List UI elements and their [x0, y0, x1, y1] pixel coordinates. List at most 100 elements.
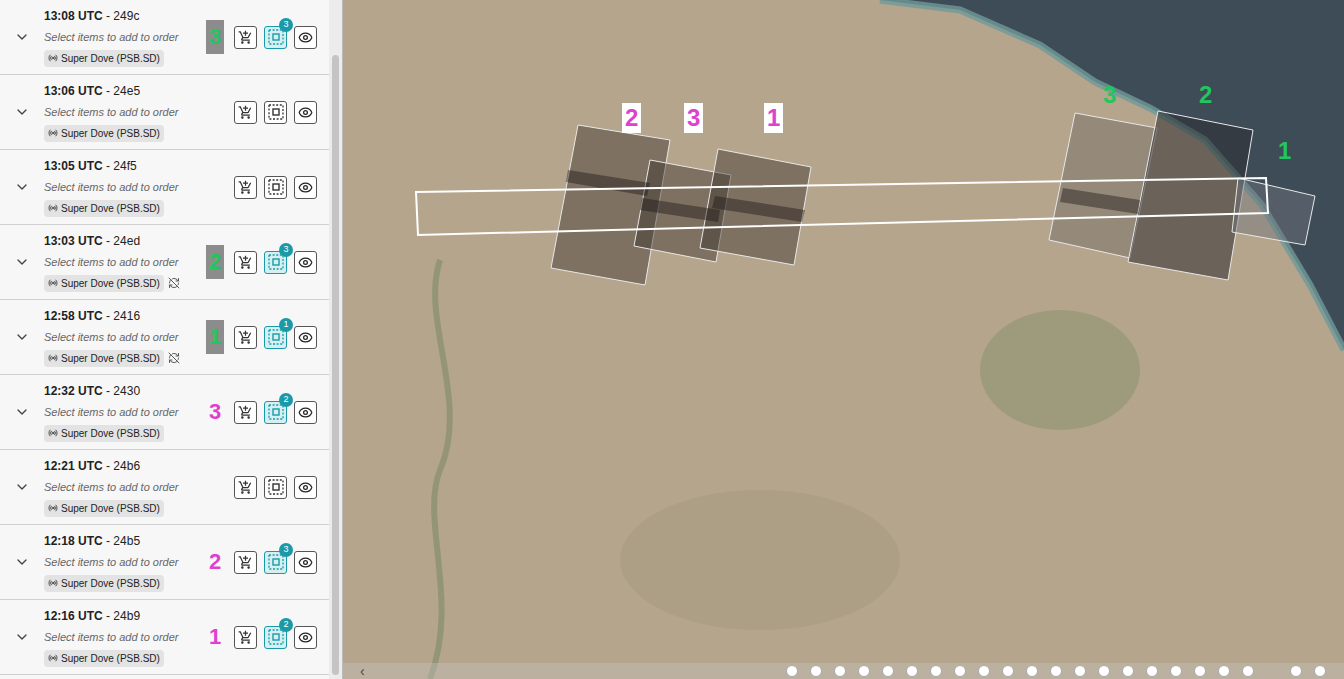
cart-icon — [238, 480, 253, 495]
timeline-dot[interactable] — [1170, 665, 1182, 677]
chevron-icon[interactable] — [14, 104, 30, 120]
preview-button[interactable] — [294, 101, 317, 124]
chevron-icon[interactable] — [14, 29, 30, 45]
add-to-cart-button[interactable] — [234, 476, 257, 499]
cart-icon — [238, 180, 253, 195]
timeline[interactable]: ‹ — [343, 663, 1344, 679]
satellite-icon — [48, 353, 58, 363]
preview-button[interactable] — [294, 26, 317, 49]
add-to-cart-button[interactable] — [234, 101, 257, 124]
preview-button[interactable] — [294, 401, 317, 424]
sync-off-icon — [168, 277, 180, 289]
map-annotation: 1 — [1275, 136, 1294, 166]
add-to-cart-button[interactable] — [234, 401, 257, 424]
preview-button[interactable] — [294, 476, 317, 499]
sensor-tag: Super Dove (PSB.SD) — [44, 275, 164, 292]
scene-row[interactable]: 13:03 UTC - 24edSelect items to add to o… — [0, 225, 329, 300]
timeline-dot[interactable] — [1098, 665, 1110, 677]
map[interactable]: 231321‹ — [343, 0, 1344, 679]
preview-button[interactable] — [294, 626, 317, 649]
timeline-dot[interactable] — [954, 665, 966, 677]
scrollbar-thumb[interactable] — [332, 55, 339, 675]
scene-row[interactable]: 12:21 UTC - 24b6Select items to add to o… — [0, 450, 329, 525]
scene-footprint[interactable] — [700, 149, 811, 265]
timeline-dot[interactable] — [1314, 665, 1326, 677]
eye-icon — [298, 480, 313, 495]
select-button[interactable]: 2 — [264, 401, 287, 424]
timeline-dot[interactable] — [786, 665, 798, 677]
sensor-tag: Super Dove (PSB.SD) — [44, 500, 164, 517]
select-button[interactable] — [264, 101, 287, 124]
map-annotation: 2 — [1196, 80, 1215, 110]
satellite-icon — [48, 128, 58, 138]
select-icon — [268, 104, 284, 120]
add-to-cart-button[interactable] — [234, 551, 257, 574]
timeline-dot[interactable] — [1290, 665, 1302, 677]
cart-icon — [238, 255, 253, 270]
eye-icon — [298, 105, 313, 120]
scene-footprint[interactable] — [1232, 178, 1315, 245]
scrollbar[interactable] — [329, 0, 342, 679]
timeline-dot[interactable] — [906, 665, 918, 677]
eye-icon — [298, 405, 313, 420]
scene-row[interactable]: 12:18 UTC - 24b5 Select items to add to o… — [0, 525, 329, 600]
chevron-icon[interactable] — [14, 254, 30, 270]
timeline-dot[interactable] — [1146, 665, 1158, 677]
scene-row[interactable]: 12:16 UTC - 24b9Select items to add to o… — [0, 600, 329, 675]
timeline-dot[interactable] — [1050, 665, 1062, 677]
chevron-icon[interactable] — [14, 629, 30, 645]
scene-row[interactable]: 12:32 UTC - 2430Select items to add to o… — [0, 375, 329, 450]
select-button[interactable]: 3 — [264, 26, 287, 49]
preview-button[interactable] — [294, 551, 317, 574]
timeline-dot[interactable] — [1242, 665, 1254, 677]
count-badge: 2 — [279, 393, 293, 407]
timeline-dot[interactable] — [882, 665, 894, 677]
add-to-cart-button[interactable] — [234, 251, 257, 274]
add-to-cart-button[interactable] — [234, 626, 257, 649]
chevron-icon[interactable] — [14, 479, 30, 495]
preview-button[interactable] — [294, 326, 317, 349]
chevron-icon[interactable] — [14, 554, 30, 570]
select-button[interactable]: 2 — [264, 626, 287, 649]
timeline-dot[interactable] — [1122, 665, 1134, 677]
timeline-dot[interactable] — [1074, 665, 1086, 677]
timeline-dot[interactable] — [978, 665, 990, 677]
area-of-interest[interactable] — [416, 178, 1268, 235]
count-badge: 2 — [279, 618, 293, 632]
timeline-dot[interactable] — [858, 665, 870, 677]
select-button[interactable]: 1 — [264, 326, 287, 349]
preview-button[interactable] — [294, 251, 317, 274]
chevron-icon[interactable] — [14, 179, 30, 195]
scene-row[interactable]: 13:08 UTC - 249cSelect items to add to o… — [0, 0, 329, 75]
scene-row[interactable]: 13:06 UTC - 24e5Select items to add to o… — [0, 75, 329, 150]
chevron-icon[interactable] — [14, 329, 30, 345]
satellite-icon — [48, 203, 58, 213]
timeline-dot[interactable] — [1002, 665, 1014, 677]
select-button[interactable] — [264, 176, 287, 199]
scene-footprint[interactable] — [1128, 111, 1253, 280]
select-button[interactable]: 3 — [264, 251, 287, 274]
select-button[interactable]: 3 — [264, 551, 287, 574]
scene-title: 12:18 UTC - 24b5 — [44, 532, 202, 550]
timeline-dot[interactable] — [930, 665, 942, 677]
scene-row[interactable]: 13:05 UTC - 24f5Select items to add to o… — [0, 150, 329, 225]
timeline-dot[interactable] — [1026, 665, 1038, 677]
add-to-cart-button[interactable] — [234, 26, 257, 49]
timeline-dot[interactable] — [1218, 665, 1230, 677]
add-to-cart-button[interactable] — [234, 326, 257, 349]
add-to-cart-button[interactable] — [234, 176, 257, 199]
timeline-back-button[interactable]: ‹ — [360, 664, 365, 678]
chevron-icon[interactable] — [14, 404, 30, 420]
scene-row[interactable]: 12:58 UTC - 2416Select items to add to o… — [0, 300, 329, 375]
cart-icon — [238, 630, 253, 645]
preview-button[interactable] — [294, 176, 317, 199]
sensor-tag: Super Dove (PSB.SD) — [44, 350, 164, 367]
scene-hint: Select items to add to order — [44, 329, 202, 346]
sensor-tag: Super Dove (PSB.SD) — [44, 575, 164, 592]
select-button[interactable] — [264, 476, 287, 499]
timeline-dot[interactable] — [834, 665, 846, 677]
timeline-dot[interactable] — [1194, 665, 1206, 677]
sensor-tag: Super Dove (PSB.SD) — [44, 650, 164, 667]
scene-hint: Select items to add to order — [44, 554, 202, 571]
timeline-dot[interactable] — [810, 665, 822, 677]
